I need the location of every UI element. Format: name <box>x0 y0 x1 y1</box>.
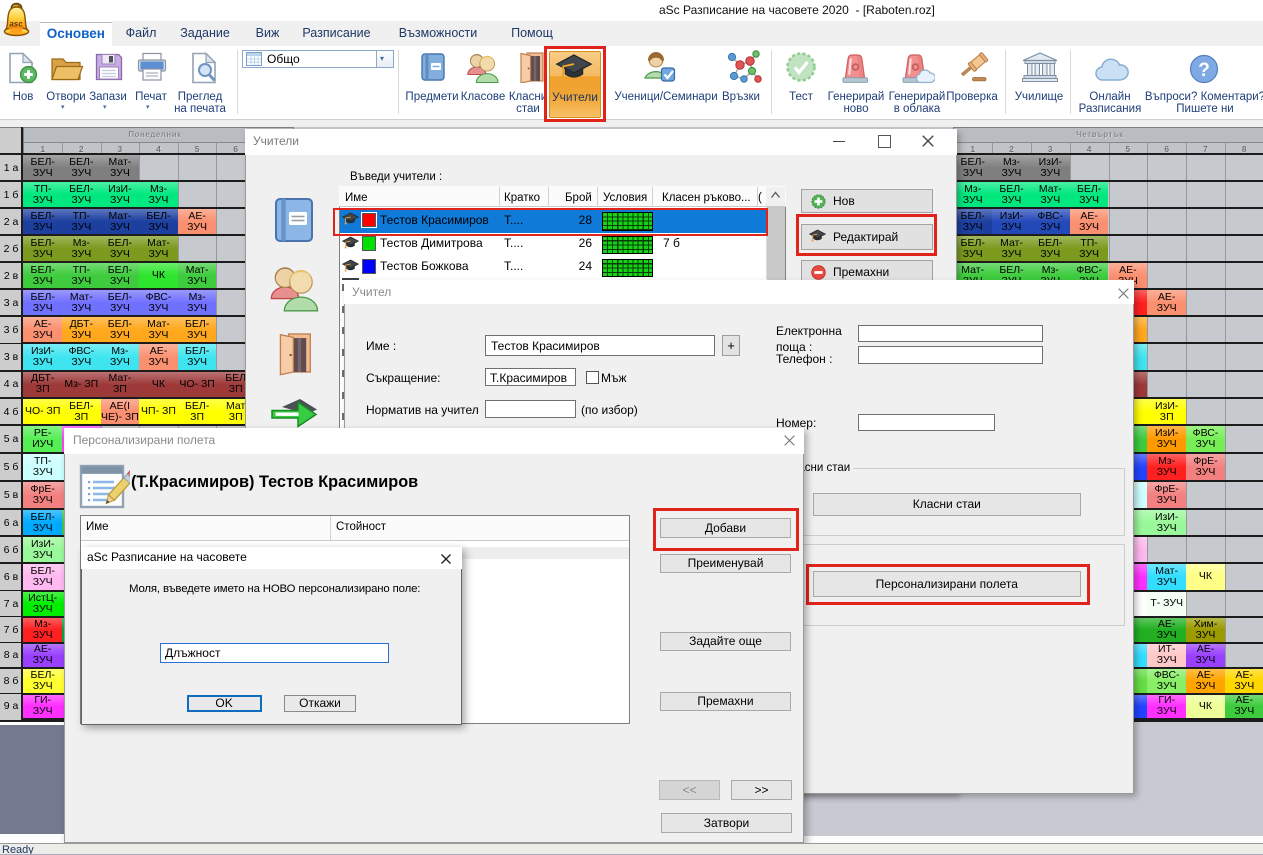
svg-text:asc: asc <box>9 20 23 29</box>
svg-text:?: ? <box>1198 60 1210 81</box>
